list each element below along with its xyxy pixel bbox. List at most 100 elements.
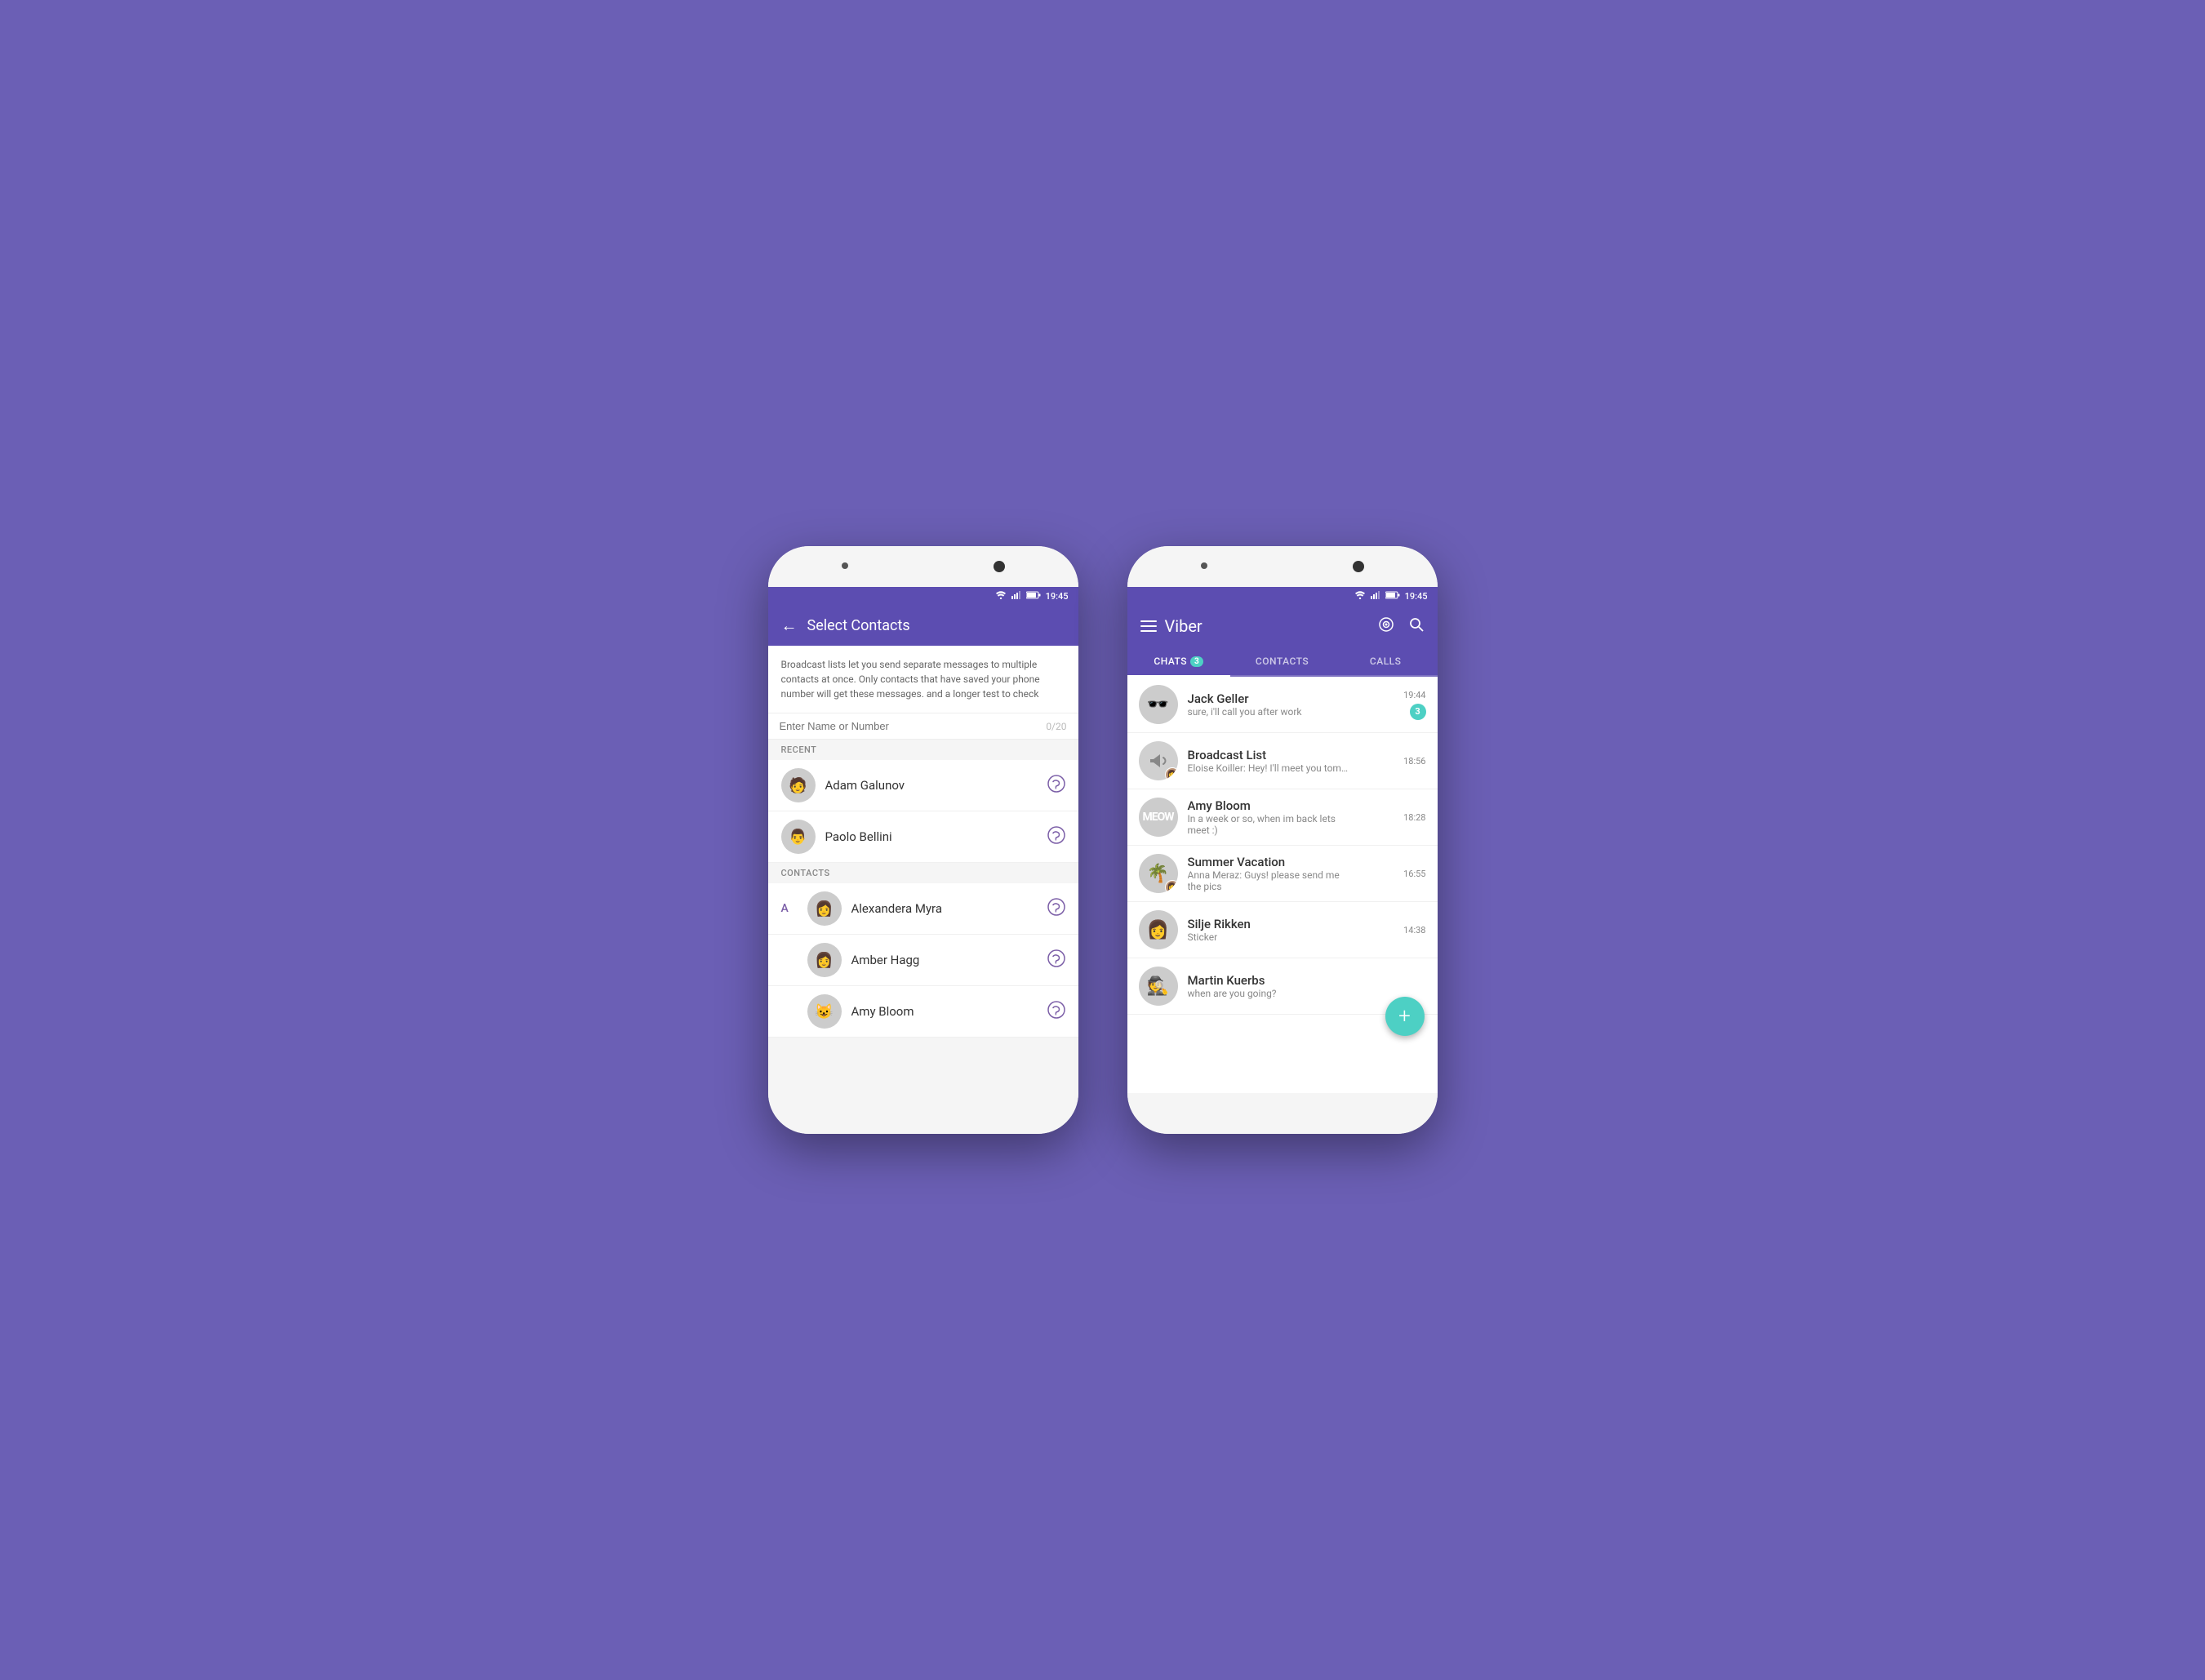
avatar-face-amy-1: 😺 xyxy=(807,994,842,1029)
chat-jack-geller[interactable]: 🕶️ Jack Geller sure, i'll call you after… xyxy=(1127,677,1438,733)
contact-name-adam: Adam Galunov xyxy=(825,778,1038,793)
chat-preview-jack: sure, i'll call you after work xyxy=(1188,706,1351,718)
avatar-face-martin: 🕵️ xyxy=(1139,967,1178,1006)
wifi-icon-2 xyxy=(1354,591,1366,602)
avatar-adam: 🧑 xyxy=(781,768,816,802)
wifi-icon-1 xyxy=(995,591,1007,602)
chat-preview-summer: Anna Meraz: Guys! please send me the pic… xyxy=(1188,869,1351,892)
chat-info-broadcast: Broadcast List Eloise Koiller: Hey! I'll… xyxy=(1188,748,1394,774)
phone-top-bar-2 xyxy=(1127,546,1438,587)
viber-icon-adam xyxy=(1047,775,1065,797)
status-time-2: 19:45 xyxy=(1405,591,1428,602)
phone-speaker-2 xyxy=(1201,562,1207,569)
back-button-1[interactable]: ← xyxy=(781,616,798,636)
phone1-inner: 19:45 ← Select Contacts Broadcast lists … xyxy=(768,587,1078,1093)
phone-select-contacts: 19:45 ← Select Contacts Broadcast lists … xyxy=(768,546,1078,1134)
chat-name-broadcast: Broadcast List xyxy=(1188,748,1394,762)
chat-preview-silje: Sticker xyxy=(1188,931,1351,943)
fab-new-chat[interactable]: + xyxy=(1385,997,1425,1036)
contact-amy-bloom-1[interactable]: 😺 Amy Bloom xyxy=(768,986,1078,1038)
battery-icon-1 xyxy=(1026,591,1041,602)
tab-calls-label: CALLS xyxy=(1370,656,1402,667)
avatar-alexandera: 👩 xyxy=(807,891,842,926)
avatar-face-amber: 👩 xyxy=(807,943,842,977)
chat-info-summer: Summer Vacation Anna Meraz: Guys! please… xyxy=(1188,855,1394,892)
phone-speaker-1 xyxy=(842,562,848,569)
chat-info-jack: Jack Geller sure, i'll call you after wo… xyxy=(1188,691,1394,718)
hamburger-line-3 xyxy=(1140,630,1157,632)
summer-sub-avatar: 👩 xyxy=(1165,880,1178,893)
avatar-martin: 🕵️ xyxy=(1139,967,1178,1006)
chat-amy-bloom[interactable]: MEOW Amy Bloom In a week or so, when im … xyxy=(1127,789,1438,846)
avatar-amber: 👩 xyxy=(807,943,842,977)
fab-plus-icon: + xyxy=(1398,1006,1411,1027)
viber-icon-amy-1 xyxy=(1047,1001,1065,1023)
contacts-section-label: CONTACTS xyxy=(768,863,1078,883)
contact-amber[interactable]: 👩 Amber Hagg xyxy=(768,935,1078,986)
viber-icon-alexandera xyxy=(1047,898,1065,920)
chat-broadcast-list[interactable]: 👩 Broadcast List Eloise Koiller: Hey! I'… xyxy=(1127,733,1438,789)
viber-icon-paolo xyxy=(1047,826,1065,848)
chat-list[interactable]: 🕶️ Jack Geller sure, i'll call you after… xyxy=(1127,677,1438,1093)
contact-name-alexandera: Alexandera Myra xyxy=(851,901,1038,916)
hamburger-line-2 xyxy=(1140,625,1157,627)
tab-contacts-label: CONTACTS xyxy=(1256,656,1309,667)
avatar-summer: 🌴 👩 xyxy=(1139,854,1178,893)
avatar-face-amy-2: MEOW xyxy=(1139,798,1178,837)
header-bar-1: ← Select Contacts xyxy=(768,605,1078,646)
chat-preview-amy: In a week or so, when im back lets meet … xyxy=(1188,813,1351,836)
chat-info-amy: Amy Bloom In a week or so, when im back … xyxy=(1188,798,1394,836)
phones-container: 19:45 ← Select Contacts Broadcast lists … xyxy=(768,546,1438,1134)
chat-info-silje: Silje Rikken Sticker xyxy=(1188,917,1394,943)
contact-name-paolo: Paolo Bellini xyxy=(825,829,1038,844)
hamburger-line-1 xyxy=(1140,620,1157,622)
page-title-1: Select Contacts xyxy=(807,617,1065,634)
phone1-scroll[interactable]: Broadcast lists let you send separate me… xyxy=(768,646,1078,1093)
chat-summer-vacation[interactable]: 🌴 👩 Summer Vacation Anna Meraz: Guys! pl… xyxy=(1127,846,1438,902)
header-icons xyxy=(1377,616,1425,637)
hamburger-menu[interactable] xyxy=(1140,620,1157,632)
chat-name-summer: Summer Vacation xyxy=(1188,855,1394,869)
phone-viber-main: 19:45 Viber xyxy=(1127,546,1438,1134)
status-time-1: 19:45 xyxy=(1046,591,1069,602)
avatar-jack: 🕶️ xyxy=(1139,685,1178,724)
chat-time-broadcast: 18:56 xyxy=(1403,756,1425,767)
tab-calls[interactable]: CALLS xyxy=(1334,647,1438,675)
chat-name-silje: Silje Rikken xyxy=(1188,917,1394,931)
search-input-1[interactable] xyxy=(780,720,1047,732)
chat-meta-summer: 16:55 xyxy=(1403,869,1425,879)
contact-name-amber: Amber Hagg xyxy=(851,953,1038,967)
chat-name-jack: Jack Geller xyxy=(1188,691,1394,706)
phone-camera-1 xyxy=(994,561,1005,572)
broadcast-info: Broadcast lists let you send separate me… xyxy=(768,646,1078,713)
chat-meta-broadcast: 18:56 xyxy=(1403,756,1425,767)
avatar-face-jack: 🕶️ xyxy=(1139,685,1178,724)
recent-section-label: RECENT xyxy=(768,740,1078,760)
chat-time-summer: 16:55 xyxy=(1403,869,1425,879)
chat-time-silje: 14:38 xyxy=(1403,925,1425,936)
chat-silje-rikken[interactable]: 👩 Silje Rikken Sticker 14:38 xyxy=(1127,902,1438,958)
phone2-inner: 19:45 Viber xyxy=(1127,587,1438,1093)
phone-camera-2 xyxy=(1353,561,1364,572)
search-bar-1: 0/20 xyxy=(768,713,1078,740)
search-count-1: 0/20 xyxy=(1046,721,1066,732)
status-bar-2: 19:45 xyxy=(1127,587,1438,605)
tab-contacts[interactable]: CONTACTS xyxy=(1230,647,1334,675)
avatar-face-paolo: 👨 xyxy=(781,820,816,854)
avatar-face-adam: 🧑 xyxy=(781,768,816,802)
contact-name-amy-1: Amy Bloom xyxy=(851,1004,1038,1019)
contact-paolo[interactable]: 👨 Paolo Bellini xyxy=(768,811,1078,863)
search-icon[interactable] xyxy=(1408,616,1425,636)
tab-chats-label: CHATS xyxy=(1154,656,1187,667)
tab-chats[interactable]: CHATS 3 xyxy=(1127,647,1231,677)
avatar-paolo: 👨 xyxy=(781,820,816,854)
broadcast-sub-avatar: 👩 xyxy=(1165,767,1178,780)
tabs-bar: CHATS 3 CONTACTS CALLS xyxy=(1127,647,1438,677)
contact-alexandera[interactable]: A 👩 Alexandera Myra xyxy=(768,883,1078,935)
chat-info-martin: Martin Kuerbs when are you going? xyxy=(1188,973,1416,999)
camera-icon[interactable] xyxy=(1377,616,1395,637)
chat-time-amy: 18:28 xyxy=(1403,812,1425,823)
contact-adam[interactable]: 🧑 Adam Galunov xyxy=(768,760,1078,811)
chat-time-jack: 19:44 xyxy=(1403,690,1425,700)
alpha-a: A xyxy=(781,902,798,915)
